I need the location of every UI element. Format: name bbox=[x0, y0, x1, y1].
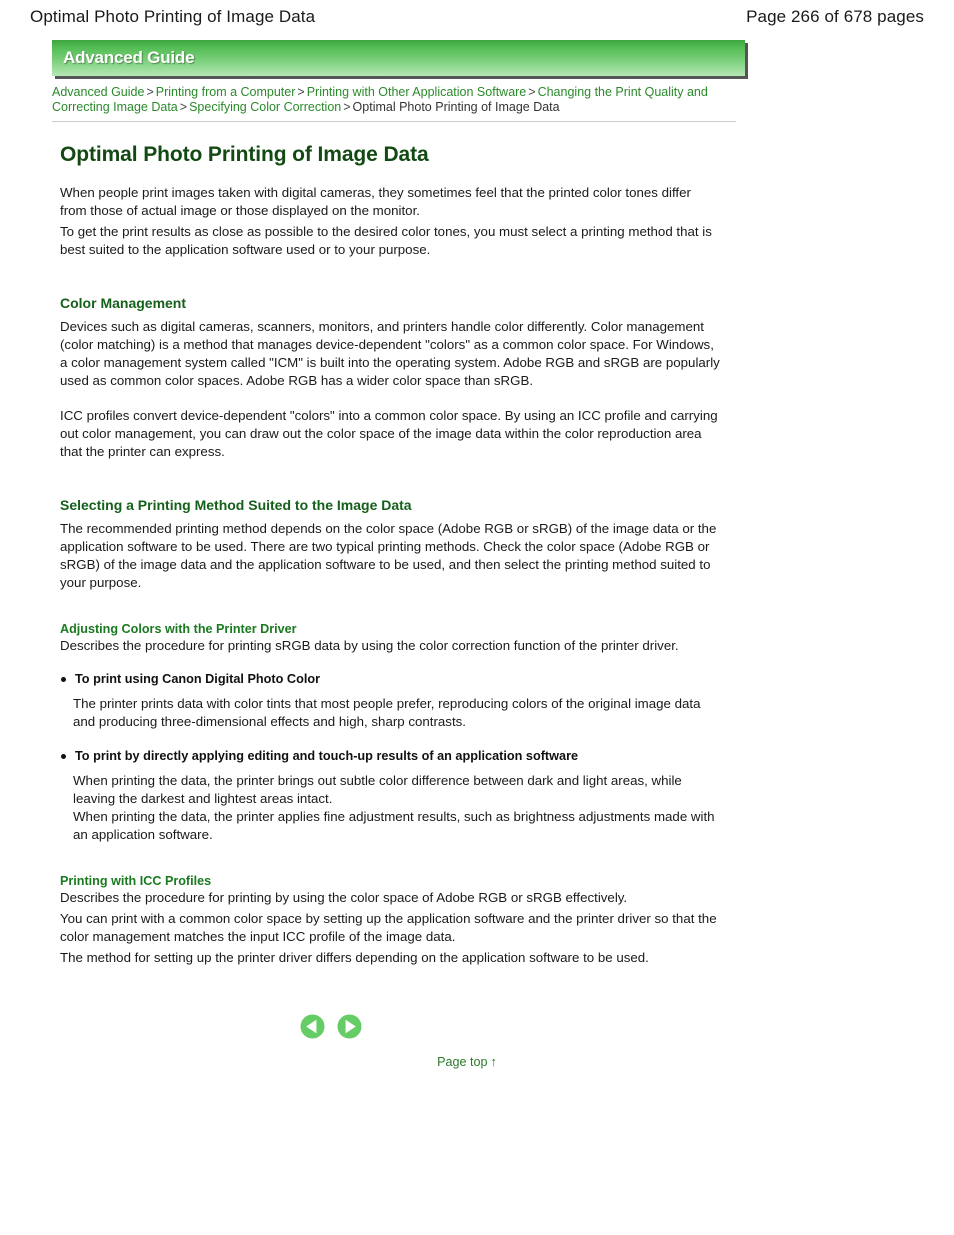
document-content: Advanced Guide Advanced Guide > Printing f… bbox=[0, 34, 954, 1071]
breadcrumb-separator: > bbox=[179, 100, 188, 114]
icc-profiles-paragraph-3: The method for setting up the printer dr… bbox=[60, 950, 649, 965]
selecting-method-paragraph-1: The recommended printing method depends … bbox=[60, 521, 717, 590]
document-body: Optimal Photo Printing of Image Data Whe… bbox=[60, 143, 720, 1071]
next-page-button[interactable] bbox=[337, 1014, 362, 1039]
breadcrumb-item-specifying-color-correction[interactable]: Specifying Color Correction bbox=[189, 100, 341, 114]
advanced-guide-banner-wrap: Advanced Guide bbox=[52, 40, 745, 76]
bullet-item-title: To print by directly applying editing an… bbox=[60, 748, 720, 765]
adjusting-colors-bullet-list: To print using Canon Digital Photo Color… bbox=[60, 671, 720, 844]
color-management-paragraph-2: ICC profiles convert device-dependent "c… bbox=[60, 408, 718, 459]
page-number-indicator: Page 266 of 678 pages bbox=[746, 7, 924, 26]
subsection-heading-printing-with-icc-profiles[interactable]: Printing with ICC Profiles bbox=[60, 874, 720, 888]
breadcrumb-item-printing-from-a-computer[interactable]: Printing from a Computer bbox=[156, 85, 296, 99]
bullet-item-title-text: To print using Canon Digital Photo Color bbox=[75, 672, 321, 686]
intro-paragraph-2: To get the print results as close as pos… bbox=[60, 224, 712, 257]
icc-profiles-paragraph-2: You can print with a common color space … bbox=[60, 911, 717, 944]
breadcrumb-divider bbox=[52, 121, 736, 122]
page-top-row: Page top ↑ bbox=[60, 1053, 660, 1071]
page-top-link[interactable]: Page top ↑ bbox=[437, 1054, 498, 1069]
breadcrumb-item-advanced-guide[interactable]: Advanced Guide bbox=[52, 85, 144, 99]
bullet-item-body: The printer prints data with color tints… bbox=[73, 696, 701, 729]
page-top-label: Page top bbox=[437, 1055, 488, 1069]
bullet-dot-icon bbox=[61, 754, 66, 759]
advanced-guide-banner-label: Advanced Guide bbox=[63, 48, 195, 67]
section-heading-color-management: Color Management bbox=[60, 295, 187, 311]
section-heading-selecting-printing-method: Selecting a Printing Method Suited to th… bbox=[60, 497, 412, 513]
breadcrumb-separator: > bbox=[528, 85, 536, 99]
page-header-title: Optimal Photo Printing of Image Data bbox=[30, 7, 316, 26]
breadcrumb-item-current: Optimal Photo Printing of Image Data bbox=[352, 100, 560, 114]
arrow-left-circle-icon bbox=[300, 1014, 325, 1039]
breadcrumb: Advanced Guide > Printing from a Computer >… bbox=[52, 85, 737, 115]
color-management-paragraph-1: Devices such as digital cameras, scanner… bbox=[60, 319, 720, 388]
bullet-item-title: To print using Canon Digital Photo Color bbox=[60, 671, 720, 688]
breadcrumb-separator: > bbox=[146, 85, 154, 99]
intro-paragraph-1: When people print images taken with digi… bbox=[60, 185, 691, 218]
page-title: Optimal Photo Printing of Image Data bbox=[60, 143, 429, 166]
subsection-heading-adjusting-colors[interactable]: Adjusting Colors with the Printer Driver bbox=[60, 622, 720, 636]
page-navigation bbox=[300, 1014, 370, 1039]
icc-profiles-paragraph-1: Describes the procedure for printing by … bbox=[60, 890, 628, 905]
arrow-right-circle-icon bbox=[337, 1014, 362, 1039]
bullet-item-title-text: To print by directly applying editing an… bbox=[75, 749, 579, 763]
advanced-guide-banner: Advanced Guide bbox=[52, 40, 745, 76]
bullet-dot-icon bbox=[61, 677, 66, 682]
adjusting-colors-paragraph-1: Describes the procedure for printing sRG… bbox=[60, 638, 679, 653]
previous-page-button[interactable] bbox=[300, 1014, 325, 1039]
breadcrumb-item-printing-with-other-application-software[interactable]: Printing with Other Application Software bbox=[307, 85, 527, 99]
page-header: Optimal Photo Printing of Image Data Pag… bbox=[0, 0, 954, 34]
breadcrumb-separator: > bbox=[343, 100, 351, 114]
list-item: To print by directly applying editing an… bbox=[60, 748, 720, 844]
arrow-up-icon: ↑ bbox=[490, 1054, 498, 1069]
bullet-item-body: When printing the data, the printer brin… bbox=[73, 773, 715, 842]
breadcrumb-separator: > bbox=[297, 85, 305, 99]
list-item: To print using Canon Digital Photo Color… bbox=[60, 671, 720, 731]
